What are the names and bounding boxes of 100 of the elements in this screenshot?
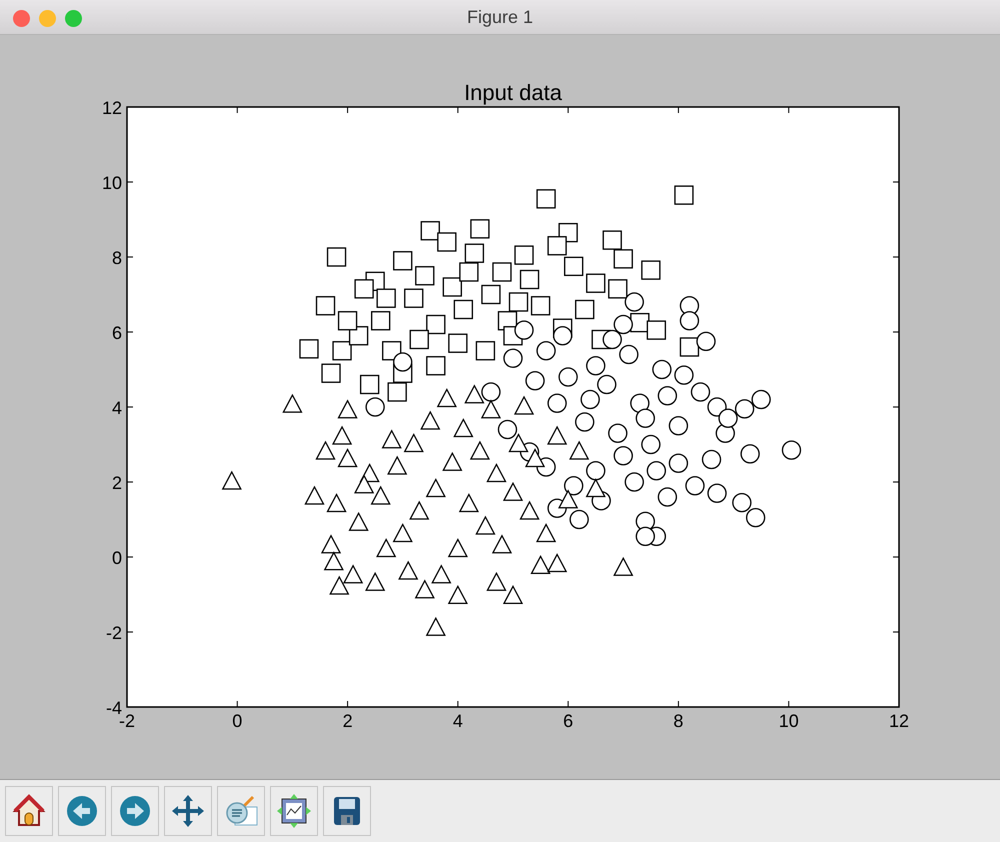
square-marker [586, 274, 606, 293]
triangle-marker [448, 538, 468, 558]
circle-marker [564, 476, 584, 496]
circle-marker [536, 341, 556, 360]
square-marker [326, 247, 346, 267]
circle-marker [514, 320, 534, 340]
triangle-marker [448, 584, 468, 604]
square-marker [348, 326, 368, 346]
circle-marker [503, 348, 523, 368]
triangle-marker [392, 523, 413, 542]
square-marker [470, 219, 490, 239]
back-button[interactable] [58, 786, 106, 836]
square-marker [459, 262, 479, 282]
triangle-marker [436, 388, 457, 408]
square-marker [316, 296, 336, 316]
y-tick-label: 4 [112, 398, 122, 418]
circle-marker [707, 484, 727, 503]
circle-marker [702, 450, 722, 470]
circle-marker [614, 314, 633, 334]
square-marker [536, 189, 556, 209]
circle-marker [746, 508, 766, 528]
save-button[interactable] [323, 786, 371, 836]
triangle-marker [370, 486, 391, 505]
circle-marker [752, 390, 771, 410]
square-marker [338, 311, 358, 330]
square-marker [454, 300, 474, 320]
triangle-marker [431, 564, 452, 584]
circle-marker [734, 399, 754, 419]
circle-marker [658, 386, 678, 406]
magnifier-icon [226, 796, 258, 826]
square-marker [382, 341, 402, 360]
square-marker [299, 339, 319, 359]
circle-marker [393, 352, 412, 372]
y-tick-label: 6 [112, 323, 122, 343]
circle-marker [624, 472, 644, 492]
subplots-button[interactable] [270, 786, 318, 836]
square-marker [360, 374, 380, 394]
triangle-marker [613, 556, 634, 576]
circle-marker [624, 292, 644, 312]
triangle-marker [282, 394, 302, 413]
square-marker [564, 256, 584, 276]
triangle-marker [426, 616, 446, 636]
forward-button[interactable] [111, 786, 159, 836]
x-tick-label: 6 [563, 711, 574, 731]
square-marker [426, 314, 446, 334]
circle-marker [498, 420, 518, 440]
triangle-marker [426, 478, 446, 498]
circle-marker [636, 526, 655, 546]
x-tick-label: 8 [673, 711, 684, 731]
square-marker [514, 245, 534, 265]
home-button[interactable] [5, 786, 53, 836]
square-marker [321, 364, 341, 383]
square-marker [520, 270, 540, 290]
triangle-marker [326, 493, 347, 512]
circle-marker [782, 440, 802, 460]
y-tick-label: -4 [106, 698, 122, 718]
square-marker [530, 296, 550, 316]
x-tick-label: 2 [342, 711, 353, 731]
triangle-marker [365, 572, 386, 591]
circle-marker [674, 365, 694, 385]
triangle-marker [343, 564, 364, 584]
triangle-marker [324, 551, 344, 570]
circle-marker [602, 330, 622, 350]
square-marker [448, 334, 468, 353]
triangle-marker [569, 440, 590, 460]
circle-marker [630, 394, 650, 413]
triangle-marker [470, 440, 490, 460]
triangle-marker [492, 534, 512, 554]
square-marker [547, 236, 567, 256]
square-marker [646, 320, 666, 340]
triangle-marker [514, 396, 534, 415]
triangle-marker [414, 579, 435, 598]
triangle-marker [420, 410, 440, 430]
square-marker [641, 260, 660, 280]
move-arrows-icon [172, 795, 204, 827]
square-marker [614, 249, 633, 269]
square-marker [492, 262, 512, 282]
triangle-marker [486, 463, 507, 482]
pan-button[interactable] [164, 786, 212, 836]
y-tick-label: 12 [102, 98, 122, 118]
y-tick-label: 2 [112, 473, 122, 493]
triangle-marker [338, 448, 358, 468]
triangle-marker [348, 512, 369, 531]
circle-marker [580, 390, 600, 410]
circle-marker [646, 461, 666, 480]
circle-marker [570, 510, 589, 530]
circle-marker [366, 397, 385, 417]
triangle-marker [442, 452, 462, 471]
circle-marker [696, 332, 716, 352]
triangle-marker [502, 584, 524, 604]
zoom-button[interactable] [217, 786, 265, 836]
circle-marker [597, 374, 616, 394]
subplots-icon [277, 794, 311, 828]
x-tick-label: 4 [452, 711, 463, 731]
triangle-marker [586, 478, 606, 498]
close-button[interactable] [13, 10, 30, 27]
triangle-marker [475, 516, 496, 535]
square-marker [575, 300, 594, 320]
circle-marker [575, 412, 594, 432]
circle-marker [685, 476, 705, 496]
